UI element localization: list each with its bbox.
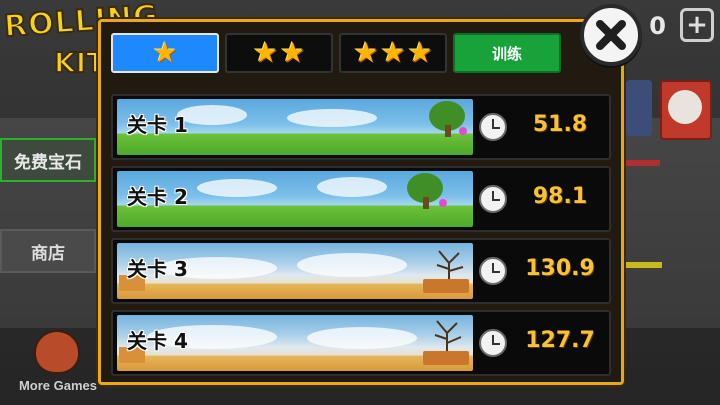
more-games-icon (34, 330, 80, 374)
clock-icon (479, 113, 507, 141)
close-button[interactable] (580, 4, 642, 66)
best-time: 98.1 (532, 184, 588, 209)
level-list: 关卡 1 51.8 关卡 2 98.1 关卡 3 130.9 关卡 4 127.… (111, 94, 611, 382)
gem-count: 0 (649, 12, 666, 40)
best-time: 130.9 (525, 256, 595, 281)
free-gems-button[interactable]: 免费宝石 (0, 138, 96, 182)
star-icon: ★ (280, 36, 306, 69)
star-icon: ★ (252, 36, 278, 69)
star-icon: ★ (407, 36, 433, 69)
close-icon (596, 20, 626, 50)
shop-button[interactable]: 商店 (0, 229, 96, 273)
star-icon: ★ (152, 36, 178, 69)
level-row-1[interactable]: 关卡 1 51.8 (111, 94, 611, 160)
clock-icon (479, 185, 507, 213)
right-panel: 0 + (620, 0, 720, 405)
best-time: 51.8 (532, 112, 588, 137)
cat-face-icon (668, 90, 702, 124)
decor-strip-red (620, 160, 660, 166)
level-name: 关卡 4 (127, 329, 188, 353)
level-name: 关卡 2 (127, 185, 188, 209)
tab-two-stars[interactable]: ★ ★ (225, 33, 333, 73)
tab-one-star[interactable]: ★ (111, 33, 219, 73)
tab-training[interactable]: 训练 (453, 33, 561, 73)
difficulty-tabs: ★ ★ ★ ★ ★ ★ 训练 (111, 33, 561, 73)
level-row-3[interactable]: 关卡 3 130.9 (111, 238, 611, 304)
character-card-blue[interactable] (626, 80, 652, 136)
add-gems-button[interactable]: + (680, 8, 714, 42)
level-row-4[interactable]: 关卡 4 127.7 (111, 310, 611, 376)
clock-icon (479, 329, 507, 357)
decor-strip-yellow (622, 262, 662, 268)
level-select-modal: ★ ★ ★ ★ ★ ★ 训练 关卡 1 51.8 关卡 2 98.1 关卡 3 … (98, 19, 624, 385)
star-icon: ★ (353, 36, 379, 69)
level-row-2[interactable]: 关卡 2 98.1 (111, 166, 611, 232)
level-name: 关卡 1 (127, 113, 188, 137)
tab-three-stars[interactable]: ★ ★ ★ (339, 33, 447, 73)
character-card[interactable] (660, 80, 712, 140)
more-games-label: More Games (18, 378, 98, 393)
best-time: 127.7 (525, 328, 595, 353)
clock-icon (479, 257, 507, 285)
level-name: 关卡 3 (127, 257, 188, 281)
more-games-button[interactable]: More Games (19, 330, 97, 400)
star-icon: ★ (380, 36, 406, 69)
